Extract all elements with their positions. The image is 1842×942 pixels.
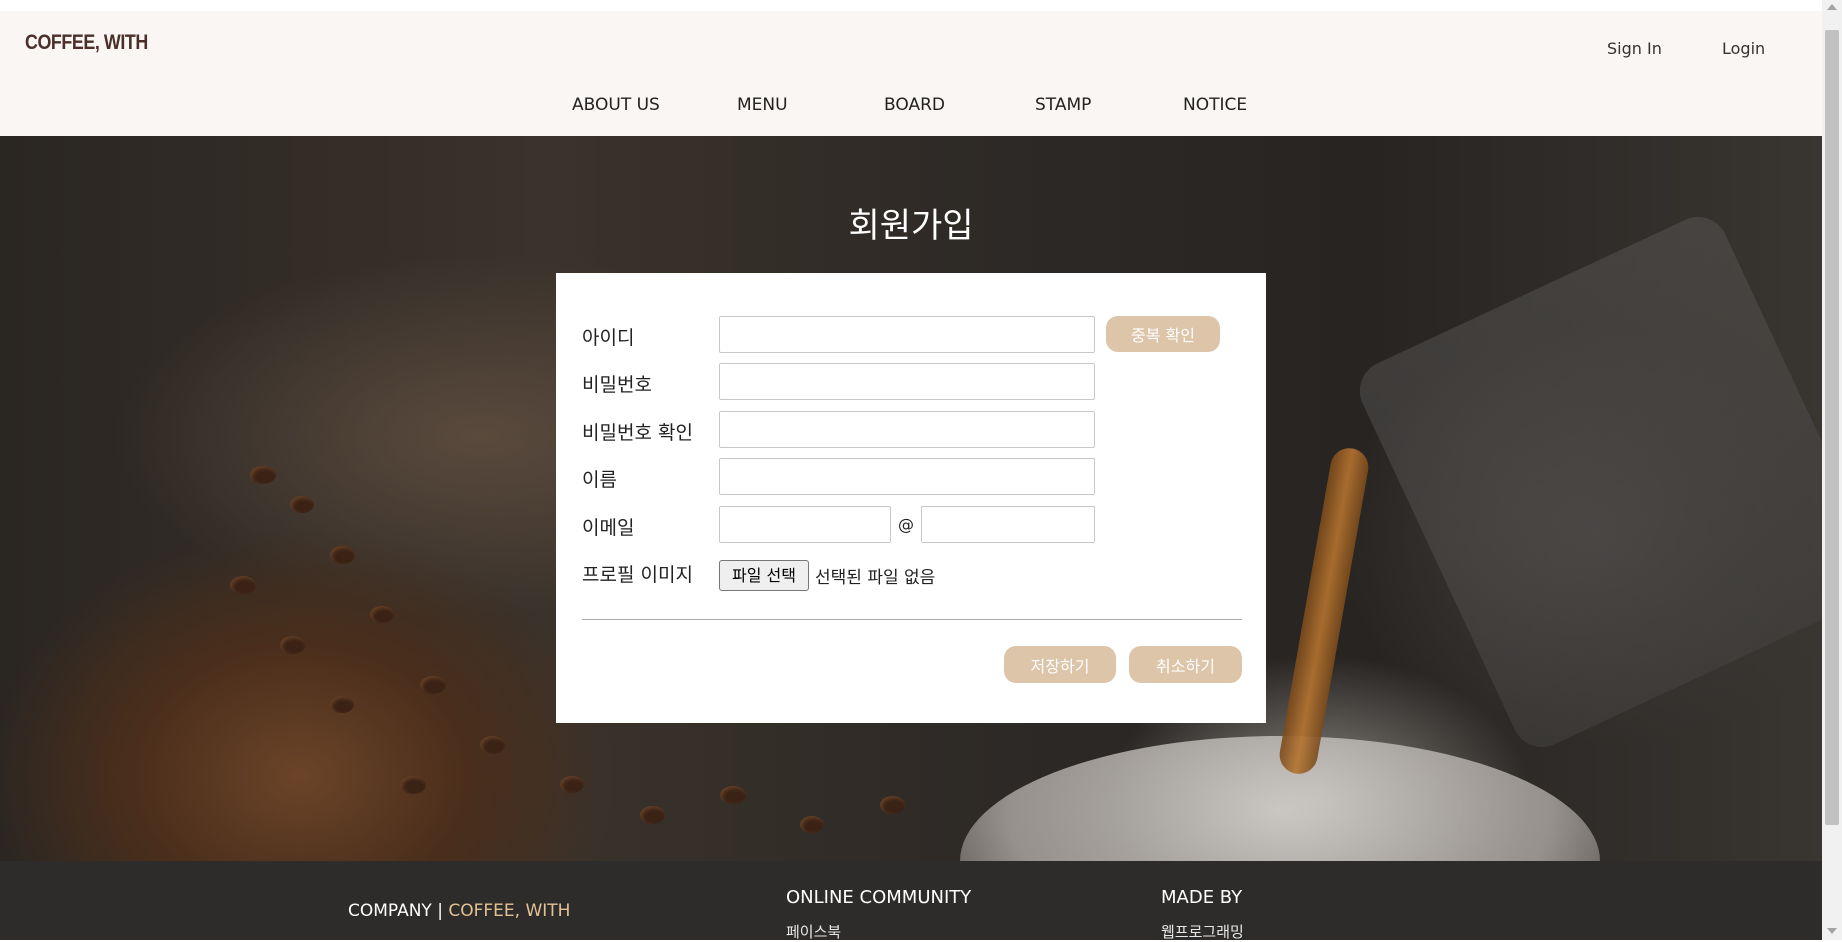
form-divider xyxy=(582,619,1242,620)
nav-item-about-us[interactable]: ABOUT US xyxy=(572,95,660,115)
save-button[interactable]: 저장하기 xyxy=(1004,646,1116,683)
nav-item-board[interactable]: BOARD xyxy=(884,95,945,115)
id-label: 아이디 xyxy=(582,327,635,349)
coffee-bean xyxy=(560,776,584,793)
footer-company: COMPANY | COFFEE, WITH xyxy=(348,901,570,921)
logo[interactable]: COFFEE, WITH xyxy=(25,31,148,55)
sign-in-link[interactable]: Sign In xyxy=(1607,39,1662,58)
duplicate-check-button[interactable]: 중복 확인 xyxy=(1106,316,1220,352)
password-confirm-label: 비밀번호 확인 xyxy=(582,422,693,444)
coffee-bean xyxy=(420,676,446,694)
email-label: 이메일 xyxy=(582,517,635,539)
footer-made-by-heading: MADE BY xyxy=(1161,887,1243,908)
coffee-bean xyxy=(640,806,665,824)
footer-company-prefix: COMPANY | xyxy=(348,901,449,921)
nav-item-notice[interactable]: NOTICE xyxy=(1183,95,1247,115)
at-sign: @ xyxy=(898,515,914,534)
login-link[interactable]: Login xyxy=(1722,39,1765,58)
profile-image-label: 프로필 이미지 xyxy=(582,564,693,586)
signup-form: 아이디 중복 확인 비밀번호 비밀번호 확인 이름 이메일 @ 프로필 이미지 … xyxy=(556,273,1266,723)
coffee-pitcher-image xyxy=(1349,207,1822,757)
id-field[interactable] xyxy=(719,316,1095,353)
coffee-bean xyxy=(330,696,354,713)
coffee-bean xyxy=(230,576,256,594)
name-label: 이름 xyxy=(582,469,617,491)
coffee-bean xyxy=(880,796,905,814)
top-strip xyxy=(0,0,1822,11)
coffee-pour-image xyxy=(1276,445,1372,777)
file-select-button[interactable]: 파일 선택 xyxy=(719,560,809,591)
name-field[interactable] xyxy=(719,458,1095,495)
scroll-down-arrow-icon[interactable] xyxy=(1827,928,1837,934)
cancel-button[interactable]: 취소하기 xyxy=(1129,646,1242,683)
coffee-bean xyxy=(250,466,276,484)
coffee-bean xyxy=(480,736,505,754)
password-label: 비밀번호 xyxy=(582,374,652,396)
footer-facebook-link[interactable]: 페이스북 xyxy=(786,921,841,942)
file-status: 선택된 파일 없음 xyxy=(815,568,936,588)
coffee-bean xyxy=(800,816,824,833)
password-field[interactable] xyxy=(719,363,1095,400)
password-confirm-field[interactable] xyxy=(719,411,1095,448)
site-footer: COMPANY | COFFEE, WITH ONLINE COMMUNITY … xyxy=(0,861,1822,942)
footer-made-by-value: 웹프로그래밍 xyxy=(1161,923,1244,941)
coffee-bean xyxy=(400,776,426,794)
scroll-up-arrow-icon[interactable] xyxy=(1827,4,1837,10)
hero-background: 회원가입 아이디 중복 확인 비밀번호 비밀번호 확인 이름 이메일 @ 프로필… xyxy=(0,136,1822,861)
coffee-bean xyxy=(330,546,355,564)
coffee-bean xyxy=(370,606,394,623)
coffee-bean xyxy=(280,636,305,654)
footer-community-heading: ONLINE COMMUNITY xyxy=(786,887,972,908)
footer-company-name: COFFEE, WITH xyxy=(448,901,571,921)
nav-item-menu[interactable]: MENU xyxy=(737,95,788,115)
email-domain-field[interactable] xyxy=(921,506,1095,543)
vertical-scrollbar[interactable] xyxy=(1822,0,1842,940)
coffee-bean xyxy=(290,496,314,513)
nav-item-stamp[interactable]: STAMP xyxy=(1035,95,1091,115)
scroll-thumb[interactable] xyxy=(1825,30,1839,825)
site-header: COFFEE, WITH Sign In Login ABOUT US MENU… xyxy=(0,11,1822,136)
coffee-bean xyxy=(720,786,746,804)
page-title: 회원가입 xyxy=(848,206,974,246)
email-local-field[interactable] xyxy=(719,506,891,543)
